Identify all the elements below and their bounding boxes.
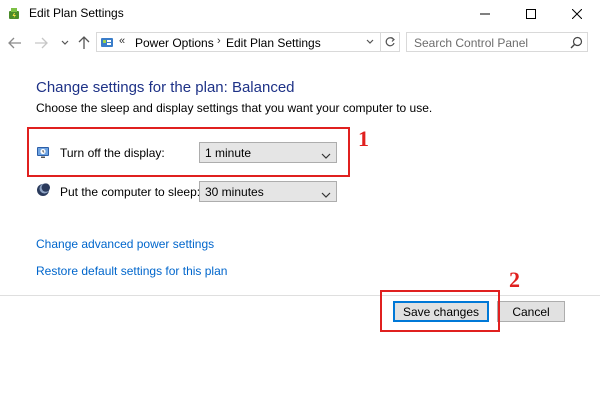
forward-button[interactable]	[33, 35, 49, 51]
sleep-timeout-label: Put the computer to sleep:	[60, 185, 201, 199]
annotation-highlight-display	[27, 127, 350, 177]
breadcrumb-edit-plan-settings[interactable]: Edit Plan Settings	[226, 36, 321, 50]
footer-divider	[0, 295, 600, 296]
address-bar[interactable]: « Power Options › Edit Plan Settings	[96, 32, 381, 52]
chevron-down-icon	[321, 187, 331, 198]
breadcrumb-overflow[interactable]: «	[119, 35, 125, 47]
restore-defaults-link[interactable]: Restore default settings for this plan	[36, 264, 227, 278]
power-options-icon	[6, 6, 22, 22]
breadcrumb-separator[interactable]: ›	[217, 35, 221, 47]
annotation-marker-1: 1	[358, 126, 369, 151]
recent-locations-button[interactable]	[57, 35, 73, 51]
advanced-power-settings-link[interactable]: Change advanced power settings	[36, 237, 214, 251]
maximize-button[interactable]	[508, 0, 554, 28]
window-title: Edit Plan Settings	[29, 6, 124, 20]
cancel-button[interactable]: Cancel	[497, 301, 565, 322]
address-dropdown-icon[interactable]	[363, 35, 377, 49]
sleep-timeout-select[interactable]: 30 minutes	[199, 181, 337, 202]
close-button[interactable]	[554, 0, 600, 28]
page-title: Change settings for the plan: Balanced	[36, 79, 295, 96]
minimize-button[interactable]	[462, 0, 508, 28]
sleep-timeout-value: 30 minutes	[205, 185, 264, 199]
up-button[interactable]	[76, 35, 92, 51]
moon-sleep-icon	[36, 183, 50, 197]
control-panel-icon	[100, 35, 114, 49]
annotation-marker-2: 2	[509, 267, 520, 292]
annotation-highlight-save	[380, 290, 500, 332]
search-icon[interactable]	[570, 36, 583, 49]
back-button[interactable]	[7, 35, 23, 51]
search-placeholder: Search Control Panel	[414, 36, 529, 50]
title-bar: Edit Plan Settings	[0, 0, 600, 28]
breadcrumb-power-options[interactable]: Power Options	[135, 36, 214, 50]
search-input[interactable]: Search Control Panel	[406, 32, 588, 52]
page-description: Choose the sleep and display settings th…	[36, 101, 433, 115]
refresh-button[interactable]	[380, 32, 400, 52]
